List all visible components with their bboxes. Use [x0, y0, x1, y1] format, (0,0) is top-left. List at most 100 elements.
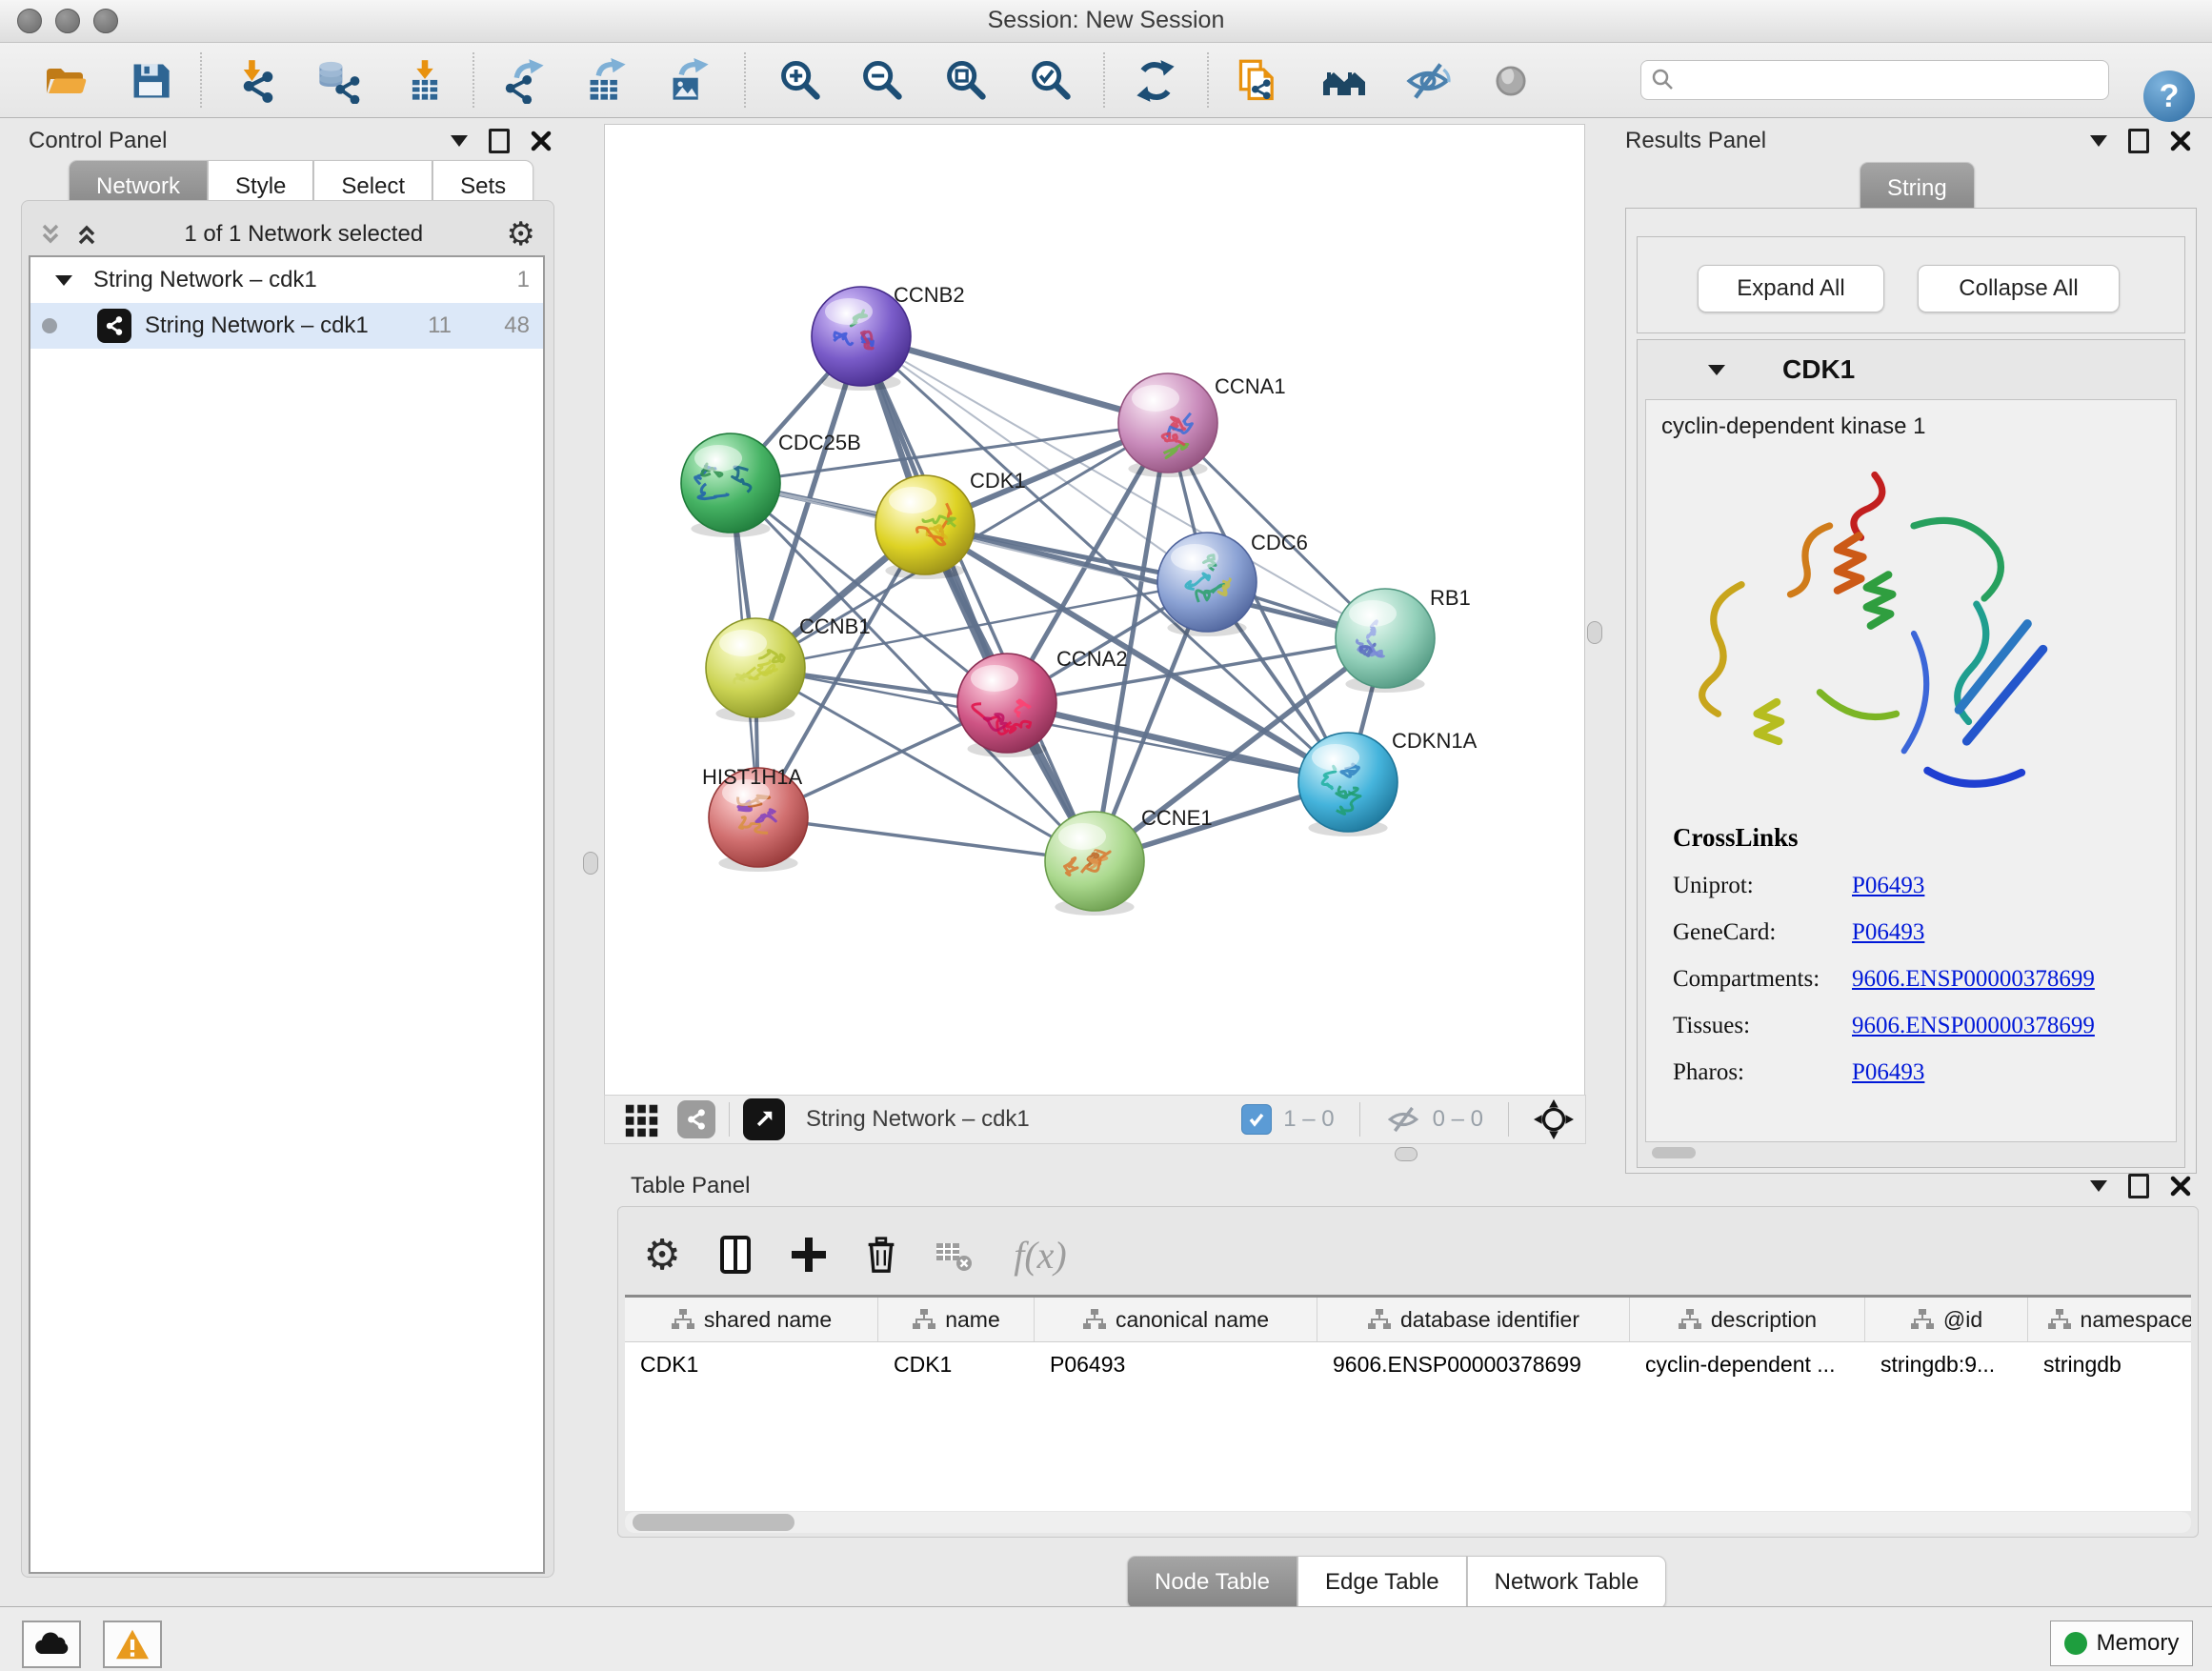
close-panel-icon[interactable] [2170, 131, 2191, 151]
network-view-canvas[interactable]: CCNB2CCNA1CDC25BCDK1CDC6RB1CCNB1CCNA2CDK… [604, 124, 1585, 1096]
tab-network-table[interactable]: Network Table [1467, 1556, 1667, 1609]
string-view-icon[interactable] [677, 1100, 715, 1138]
import-network-database-button[interactable] [313, 56, 363, 106]
network-collection-row[interactable]: String Network – cdk1 1 [30, 257, 543, 303]
column-tree-icon [1082, 1308, 1107, 1331]
table-cell[interactable]: 9606.ENSP00000378699 [1317, 1342, 1630, 1387]
tab-edge-table[interactable]: Edge Table [1297, 1556, 1467, 1609]
export-image-button[interactable] [665, 56, 714, 106]
show-columns-button[interactable] [710, 1228, 763, 1281]
column-header-database-identifier[interactable]: database identifier [1317, 1298, 1630, 1341]
float-panel-icon[interactable] [2128, 1174, 2149, 1198]
column-header--id[interactable]: @id [1865, 1298, 2028, 1341]
warnings-button[interactable] [103, 1621, 162, 1668]
fit-content-crosshair-icon[interactable] [1534, 1099, 1574, 1139]
table-cell[interactable]: stringdb [2028, 1342, 2191, 1387]
import-network-file-button[interactable] [233, 56, 283, 106]
grid-view-icon[interactable] [622, 1099, 662, 1139]
panel-menu-caret-icon[interactable] [2090, 1180, 2107, 1192]
zoom-in-icon [777, 58, 823, 104]
delete-column-button[interactable] [855, 1228, 908, 1281]
open-session-button[interactable] [40, 56, 90, 106]
collapse-all-chevron-icon[interactable] [36, 220, 65, 249]
edge-CCNA2-CDKN1A[interactable] [1007, 703, 1348, 782]
node-CCNA1[interactable] [1118, 373, 1217, 477]
clone-network-button[interactable] [1234, 56, 1283, 106]
import-table-file-button[interactable] [400, 56, 450, 106]
birdseye-view-icon[interactable] [743, 1098, 785, 1140]
table-cell[interactable]: cyclin-dependent ... [1630, 1342, 1865, 1387]
column-header-description[interactable]: description [1630, 1298, 1865, 1341]
string-network-graph[interactable]: CCNB2CCNA1CDC25BCDK1CDC6RB1CCNB1CCNA2CDK… [605, 125, 1584, 1095]
column-header-name[interactable]: name [878, 1298, 1035, 1341]
column-header-canonical-name[interactable]: canonical name [1035, 1298, 1317, 1341]
node-CCNB1[interactable] [706, 618, 805, 722]
close-panel-icon[interactable] [2170, 1176, 2191, 1197]
create-column-button[interactable] [782, 1228, 835, 1281]
show-all-button[interactable] [1486, 56, 1536, 106]
collapse-all-button[interactable]: Collapse All [1918, 265, 2120, 312]
zoom-out-button[interactable] [857, 56, 907, 106]
cloud-status-button[interactable] [22, 1621, 81, 1668]
table-cell[interactable]: stringdb:9... [1865, 1342, 2028, 1387]
network-row[interactable]: String Network – cdk1 11 48 [30, 303, 543, 349]
edge-CDK1-RB1[interactable] [925, 525, 1385, 638]
crosslink-value-link[interactable]: P06493 [1852, 873, 1924, 899]
close-panel-icon[interactable] [531, 131, 552, 151]
float-panel-icon[interactable] [2128, 129, 2149, 153]
memory-status-button[interactable]: Memory [2050, 1621, 2193, 1666]
left-splitter-grip[interactable] [583, 852, 598, 875]
panel-menu-caret-icon[interactable] [2090, 135, 2107, 147]
crosslink-value-link[interactable]: 9606.ENSP00000378699 [1852, 1013, 2095, 1039]
zoom-fit-button[interactable] [941, 56, 991, 106]
edge-HIST1H1A-CCNE1[interactable] [758, 817, 1095, 861]
table-settings-button[interactable]: ⚙ [635, 1228, 689, 1281]
edge-CCNB2-CCNE1[interactable] [861, 336, 1095, 861]
string-home-button[interactable] [1319, 56, 1369, 106]
node-CDC25B[interactable] [681, 433, 780, 537]
expand-all-button[interactable]: Expand All [1698, 265, 1884, 312]
section-collapse-caret-icon[interactable] [1706, 362, 1727, 377]
table-hscroll-thumb[interactable] [633, 1514, 794, 1531]
zoom-selected-button[interactable] [1026, 56, 1076, 106]
search-input[interactable] [1676, 67, 2099, 93]
crosslink-value-link[interactable]: 9606.ENSP00000378699 [1852, 966, 2095, 993]
node-CDKN1A[interactable] [1298, 733, 1398, 836]
help-button[interactable]: ? [2143, 70, 2195, 122]
selected-checkbox-icon[interactable] [1241, 1104, 1272, 1135]
export-network-button[interactable] [500, 56, 550, 106]
collection-expand-caret-icon[interactable] [53, 272, 74, 288]
houses-icon [1321, 58, 1367, 104]
hide-selected-button[interactable] [1403, 56, 1453, 106]
tab-node-table[interactable]: Node Table [1127, 1556, 1297, 1609]
status-separator [1359, 1102, 1360, 1137]
expand-all-chevron-icon[interactable] [72, 220, 101, 249]
apply-layout-button[interactable] [1131, 56, 1180, 106]
table-cell[interactable]: CDK1 [878, 1342, 1035, 1387]
right-splitter-grip[interactable] [1587, 621, 1602, 644]
gear-icon[interactable]: ⚙ [507, 215, 535, 253]
export-table-button[interactable] [582, 56, 632, 106]
delete-table-button[interactable] [927, 1228, 980, 1281]
node-RB1[interactable] [1336, 589, 1435, 693]
main-toolbar: ? [0, 43, 2212, 118]
function-builder-button[interactable]: f(x) [997, 1228, 1083, 1281]
table-row[interactable]: CDK1CDK1P064939606.ENSP00000378699cyclin… [625, 1342, 2191, 1387]
panel-menu-caret-icon[interactable] [451, 135, 468, 147]
search-field[interactable] [1640, 60, 2109, 100]
save-session-button[interactable] [126, 56, 175, 106]
float-panel-icon[interactable] [489, 129, 510, 153]
crosslink-value-link[interactable]: P06493 [1852, 919, 1924, 946]
table-cell[interactable]: CDK1 [625, 1342, 878, 1387]
status-separator [1508, 1102, 1509, 1137]
zoom-in-button[interactable] [775, 56, 825, 106]
column-header-shared-name[interactable]: shared name [625, 1298, 878, 1341]
crosslink-value-link[interactable]: P06493 [1852, 1059, 1924, 1086]
results-hscroll-thumb[interactable] [1652, 1147, 1696, 1158]
table-cell[interactable]: P06493 [1035, 1342, 1317, 1387]
gene-section-header[interactable]: CDK1 [1638, 340, 2184, 399]
node-CCNE1[interactable] [1045, 812, 1144, 916]
column-header-namespace[interactable]: namespace [2028, 1298, 2191, 1341]
node-CDK1[interactable] [875, 475, 975, 579]
bottom-splitter-grip[interactable] [1395, 1147, 1418, 1161]
